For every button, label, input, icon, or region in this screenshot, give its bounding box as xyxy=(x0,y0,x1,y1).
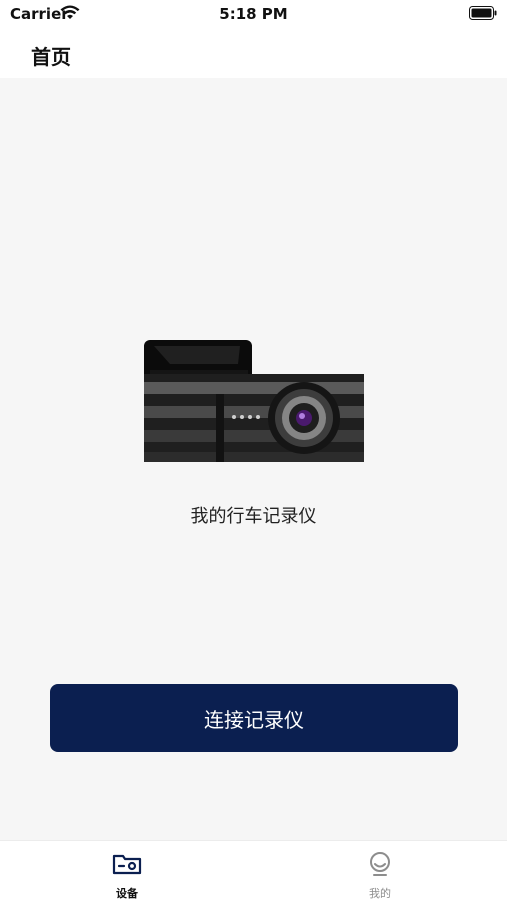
navigation-bar: 首页 xyxy=(0,28,507,78)
tab-mine[interactable]: 我的 xyxy=(305,841,455,901)
dashcam-image xyxy=(144,340,364,462)
tab-devices-label: 设备 xyxy=(116,887,138,900)
tab-devices[interactable]: 设备 xyxy=(52,841,202,901)
device-name-label: 我的行车记录仪 xyxy=(190,506,317,527)
status-bar: Carrier 5:18 PM xyxy=(0,0,507,28)
connect-button-label: 连接记录仪 xyxy=(204,707,304,732)
tab-mine-label: 我的 xyxy=(369,887,391,900)
page-title: 首页 xyxy=(31,45,71,69)
profile-icon xyxy=(370,852,390,876)
connect-recorder-button[interactable]: 连接记录仪 xyxy=(50,684,458,752)
tab-bar: 设备 我的 xyxy=(0,840,507,901)
battery-icon xyxy=(469,6,497,20)
device-folder-icon xyxy=(112,854,142,875)
status-time: 5:18 PM xyxy=(219,5,288,23)
